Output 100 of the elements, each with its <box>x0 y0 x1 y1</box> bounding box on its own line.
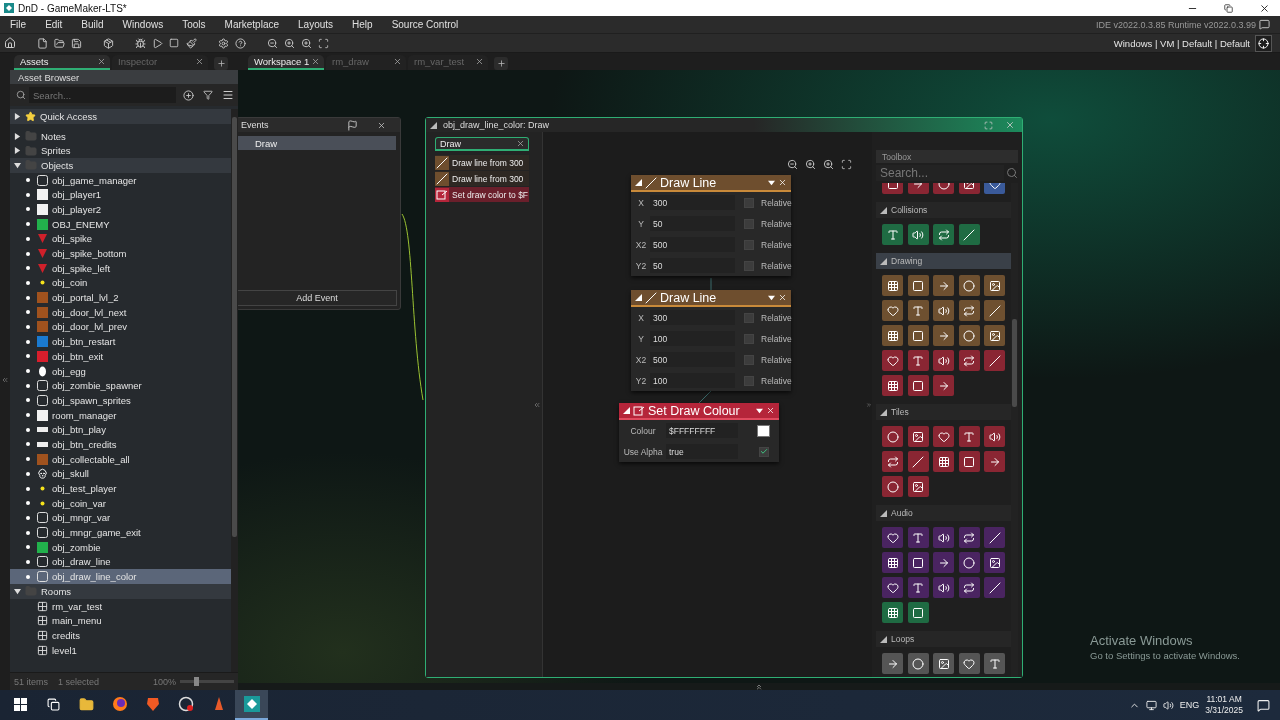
checkbox-label: Relative <box>761 260 792 271</box>
search-field[interactable]: Search... <box>29 87 176 103</box>
section-title: Tiles <box>891 407 909 417</box>
activation-message: Go to Settings to activate Windows. <box>1090 650 1240 661</box>
tree-item[interactable]: Rooms <box>41 585 72 597</box>
tree-item[interactable]: rm_var_test <box>52 600 103 612</box>
field-label: X2 <box>635 354 647 365</box>
tree-item[interactable]: obj_coin_var <box>52 497 106 509</box>
value-field[interactable]: 300 <box>650 310 735 325</box>
event-item[interactable]: Draw <box>238 136 396 150</box>
value-field[interactable]: 500 <box>650 237 735 252</box>
clock-time: 11:01 AM <box>1206 694 1242 705</box>
checkbox-label: Relative <box>761 197 792 208</box>
section-header[interactable]: Drawing <box>876 253 1011 269</box>
node-title: Draw Line <box>660 175 718 190</box>
add-event-button[interactable]: Add Event <box>238 290 397 306</box>
value-field[interactable]: 50 <box>650 258 735 273</box>
tree-item[interactable]: obj_mngr_var <box>52 512 111 524</box>
panel-tab[interactable]: Assets <box>14 55 110 70</box>
value-field[interactable]: $FFFFFFFF <box>666 423 738 438</box>
menu-item[interactable]: Edit <box>43 19 71 30</box>
section-title: Drawing <box>891 256 923 266</box>
menu-item[interactable]: Help <box>350 19 381 30</box>
value-field[interactable]: 50 <box>650 216 735 231</box>
target-selector[interactable]: Windows | VM | Default | Default <box>1113 37 1250 49</box>
menu-item[interactable]: Build <box>79 19 112 30</box>
menu-item[interactable]: Layouts <box>296 19 342 30</box>
section-title: Audio <box>891 508 913 518</box>
menu-item[interactable]: File <box>8 19 35 30</box>
tree-item[interactable]: room_manager <box>52 409 117 421</box>
tree-item[interactable]: obj_zombie <box>52 541 101 553</box>
clock[interactable]: 11:01 AM 3/31/2025 <box>1205 694 1243 716</box>
tree-item[interactable]: obj_spike_bottom <box>52 248 127 260</box>
action-label: Draw line from 300 <box>452 157 524 168</box>
checkbox-label: Relative <box>761 333 792 344</box>
checkbox-label: Relative <box>761 218 792 229</box>
field-label: X <box>637 197 645 208</box>
tree-item[interactable]: Objects <box>41 159 74 171</box>
field-label: Y <box>637 333 645 344</box>
tree-item[interactable]: OBJ_ENEMY <box>52 218 110 230</box>
search-field[interactable]: Search... <box>876 165 1004 181</box>
tree-item[interactable]: obj_btn_credits <box>52 438 117 450</box>
tree-item[interactable]: obj_test_player <box>52 483 117 495</box>
tree-item[interactable]: obj_egg <box>52 365 86 377</box>
tree-item[interactable]: obj_player1 <box>52 189 102 201</box>
window-title: obj_draw_line_color: Draw <box>443 120 551 130</box>
tree-item[interactable]: obj_spike <box>52 233 93 245</box>
tree-item[interactable]: Sprites <box>41 145 71 157</box>
value-field[interactable]: true <box>666 444 738 459</box>
tree-item[interactable]: obj_portal_lvl_2 <box>52 292 119 304</box>
tree-item[interactable]: obj_spike_left <box>52 262 111 274</box>
field-label: X2 <box>635 239 647 250</box>
tree-item[interactable]: obj_btn_play <box>52 424 106 436</box>
zoom-level: 100% <box>152 676 176 687</box>
selection-count: 1 selected <box>58 676 100 687</box>
value-field[interactable]: 100 <box>650 331 735 346</box>
event-tab[interactable]: Draw <box>435 137 529 151</box>
tree-item[interactable]: obj_mngr_game_exit <box>52 527 141 539</box>
window-title: DnD - GameMaker-LTS* <box>18 2 128 14</box>
tree-item[interactable]: obj_skull <box>52 468 89 480</box>
clock-date: 3/31/2025 <box>1205 705 1243 716</box>
tree-item[interactable]: obj_coin <box>52 277 88 289</box>
tree-item[interactable]: Notes <box>41 130 66 142</box>
action-item[interactable]: Draw line from 300 <box>435 171 529 186</box>
workspace-tab[interactable]: Workspace 1 <box>248 55 324 70</box>
tree-item[interactable]: obj_spawn_sprites <box>52 394 131 406</box>
tree-item[interactable]: obj_btn_exit <box>52 350 104 362</box>
tree-item[interactable]: obj_player2 <box>52 203 102 215</box>
value-field[interactable]: 500 <box>650 352 735 367</box>
field-label: Colour <box>629 425 657 436</box>
tree-item[interactable]: obj_game_manager <box>52 174 137 186</box>
section-header[interactable]: Tiles <box>876 404 1011 420</box>
menu-item[interactable]: Source Control <box>389 19 467 30</box>
action-item[interactable]: Draw line from 300 <box>435 155 529 170</box>
value-field[interactable]: 300 <box>650 195 735 210</box>
field-label: Y <box>637 218 645 229</box>
checkbox-label: Relative <box>761 354 792 365</box>
window-title: Events <box>241 120 270 130</box>
language-indicator[interactable]: ENG <box>1179 700 1200 710</box>
menu-item[interactable]: Marketplace <box>222 19 287 30</box>
tree-item[interactable]: obj_btn_restart <box>52 336 116 348</box>
tree-item[interactable]: obj_zombie_spawner <box>52 380 142 392</box>
section-header[interactable]: Audio <box>876 505 1011 521</box>
field-label: Use Alpha <box>623 446 663 457</box>
section-header[interactable]: Loops <box>876 631 1011 647</box>
panel-title: Asset Browser <box>10 70 238 84</box>
tree-item[interactable]: obj_door_lvl_next <box>52 306 127 318</box>
tree-item[interactable]: obj_draw_line <box>52 556 111 568</box>
tree-item[interactable]: main_menu <box>52 615 102 627</box>
menu-item[interactable]: Tools <box>180 19 214 30</box>
section-header[interactable]: Collisions <box>876 202 1011 218</box>
field-label: Y2 <box>635 260 647 271</box>
tree-item[interactable]: obj_door_lvl_prev <box>52 321 127 333</box>
tree-item[interactable]: obj_collectable_all <box>52 453 130 465</box>
section-title: Loops <box>891 634 915 644</box>
tree-item[interactable]: credits <box>52 629 80 641</box>
menu-item[interactable]: Windows <box>120 19 172 30</box>
action-item[interactable]: Set draw color to $F <box>435 187 529 202</box>
tree-item[interactable]: level1 <box>52 644 77 656</box>
value-field[interactable]: 100 <box>650 373 735 388</box>
